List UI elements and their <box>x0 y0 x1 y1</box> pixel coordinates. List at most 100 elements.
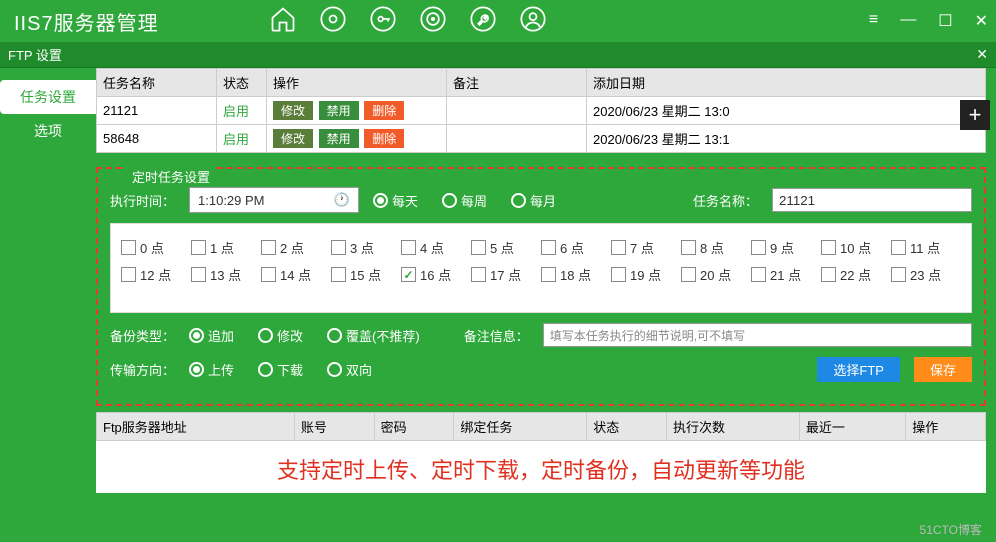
dir-download-radio[interactable]: 下载 <box>258 360 303 379</box>
th-action[interactable]: 操作 <box>267 69 447 97</box>
hour-checkbox[interactable]: 5 点 <box>471 238 527 257</box>
th-password[interactable]: 密码 <box>374 413 454 441</box>
remark-input[interactable]: 填写本任务执行的细节说明,可不填写 <box>543 323 972 347</box>
link-icon[interactable] <box>319 5 347 38</box>
window-menu-icon[interactable]: ≡ <box>869 11 878 31</box>
checkbox-icon <box>891 267 906 282</box>
exec-time-input[interactable]: 1:10:29 PM 🕐 <box>189 187 359 213</box>
checkbox-icon <box>331 267 346 282</box>
hour-checkbox[interactable]: 2 点 <box>261 238 317 257</box>
th-date[interactable]: 添加日期 <box>587 69 986 97</box>
hour-checkbox[interactable]: 12 点 <box>121 265 177 284</box>
hour-checkbox[interactable]: 1 点 <box>191 238 247 257</box>
checkbox-icon <box>821 240 836 255</box>
hour-checkbox[interactable]: 7 点 <box>611 238 667 257</box>
th-count[interactable]: 执行次数 <box>667 413 800 441</box>
edit-button[interactable]: 修改 <box>273 101 313 120</box>
th-addr[interactable]: Ftp服务器地址 <box>97 413 295 441</box>
panel-title: FTP 设置 <box>8 45 62 64</box>
panel-close-icon[interactable]: ✕ <box>976 46 988 63</box>
th-status[interactable]: 状态 <box>217 69 267 97</box>
user-icon[interactable] <box>519 5 547 38</box>
hour-checkbox[interactable]: 22 点 <box>821 265 877 284</box>
delete-button[interactable]: 删除 <box>364 129 404 148</box>
hour-checkbox[interactable]: 21 点 <box>751 265 807 284</box>
freq-weekly-radio[interactable]: 每周 <box>442 191 487 210</box>
add-task-button[interactable]: + <box>960 100 990 130</box>
hour-checkbox[interactable]: 18 点 <box>541 265 597 284</box>
schedule-settings-panel: 定时任务设置 执行时间： 1:10:29 PM 🕐 每天 每周 每月 任务名称：… <box>96 167 986 406</box>
home-icon[interactable] <box>269 5 297 38</box>
th-recent[interactable]: 最近一 <box>799 413 905 441</box>
hour-label: 20 点 <box>700 265 731 284</box>
hour-checkbox[interactable]: 3 点 <box>331 238 387 257</box>
hour-checkbox[interactable]: 23 点 <box>891 265 947 284</box>
remark-label: 备注信息： <box>464 326 529 345</box>
hour-checkbox[interactable]: 15 点 <box>331 265 387 284</box>
tab-options[interactable]: 选项 <box>0 114 96 148</box>
select-ftp-button[interactable]: 选择FTP <box>817 357 900 382</box>
hour-checkbox[interactable]: 13 点 <box>191 265 247 284</box>
disable-button[interactable]: 禁用 <box>319 129 359 148</box>
window-min-icon[interactable]: — <box>900 11 916 31</box>
th-bind[interactable]: 绑定任务 <box>454 413 587 441</box>
hour-label: 16 点 <box>420 265 451 284</box>
delete-button[interactable]: 删除 <box>364 101 404 120</box>
hour-checkbox[interactable]: 4 点 <box>401 238 457 257</box>
tool-icon[interactable] <box>469 5 497 38</box>
hour-checkbox[interactable]: 14 点 <box>261 265 317 284</box>
th-remark[interactable]: 备注 <box>447 69 587 97</box>
checkbox-icon <box>611 240 626 255</box>
disable-button[interactable]: 禁用 <box>319 101 359 120</box>
watermark: 51CTO博客 <box>920 521 982 538</box>
hour-label: 17 点 <box>490 265 521 284</box>
key-icon[interactable] <box>369 5 397 38</box>
hour-checkbox[interactable]: 9 点 <box>751 238 807 257</box>
dir-upload-radio[interactable]: 上传 <box>189 360 234 379</box>
tab-task-settings[interactable]: 任务设置 <box>0 80 96 114</box>
th-name[interactable]: 任务名称 <box>97 69 217 97</box>
hour-checkbox[interactable]: 16 点 <box>401 265 457 284</box>
hour-checkbox[interactable]: 17 点 <box>471 265 527 284</box>
hour-checkbox[interactable]: 8 点 <box>681 238 737 257</box>
hour-checkbox[interactable]: 6 点 <box>541 238 597 257</box>
th-account[interactable]: 账号 <box>294 413 374 441</box>
table-row[interactable]: 21121 启用 修改 禁用 删除 2020/06/23 星期二 13:0 <box>97 97 986 125</box>
backup-modify-radio[interactable]: 修改 <box>258 326 303 345</box>
hour-label: 11 点 <box>910 238 940 257</box>
task-name-input[interactable] <box>772 188 972 212</box>
hour-label: 14 点 <box>280 265 311 284</box>
hour-checkbox[interactable]: 11 点 <box>891 238 947 257</box>
backup-overwrite-radio[interactable]: 覆盖(不推荐) <box>327 326 420 345</box>
freq-monthly-radio[interactable]: 每月 <box>511 191 556 210</box>
freq-daily-radio[interactable]: 每天 <box>373 191 418 210</box>
cell-status: 启用 <box>217 125 267 153</box>
table-row[interactable]: 58648 启用 修改 禁用 删除 2020/06/23 星期二 13:1 <box>97 125 986 153</box>
hour-label: 2 点 <box>280 238 304 257</box>
checkbox-icon <box>821 267 836 282</box>
hour-checkbox[interactable]: 20 点 <box>681 265 737 284</box>
dir-both-radio[interactable]: 双向 <box>327 360 372 379</box>
hour-checkbox[interactable]: 10 点 <box>821 238 877 257</box>
hour-label: 12 点 <box>140 265 171 284</box>
window-close-icon[interactable]: ✕ <box>975 11 988 31</box>
backup-append-radio[interactable]: 追加 <box>189 326 234 345</box>
app-logo: IIS7服务器管理 <box>14 7 159 36</box>
th-status[interactable]: 状态 <box>587 413 667 441</box>
save-button[interactable]: 保存 <box>914 357 972 382</box>
radio-label: 覆盖(不推荐) <box>346 326 420 345</box>
hour-checkbox[interactable]: 0 点 <box>121 238 177 257</box>
hour-label: 4 点 <box>420 238 444 257</box>
hour-checkbox[interactable]: 19 点 <box>611 265 667 284</box>
hour-label: 13 点 <box>210 265 241 284</box>
hour-label: 19 点 <box>630 265 661 284</box>
checkbox-icon <box>191 267 206 282</box>
window-max-icon[interactable]: ☐ <box>938 11 952 31</box>
checkbox-icon <box>611 267 626 282</box>
hour-label: 18 点 <box>560 265 591 284</box>
checkbox-icon <box>331 240 346 255</box>
edit-button[interactable]: 修改 <box>273 129 313 148</box>
hour-label: 1 点 <box>210 238 234 257</box>
broadcast-icon[interactable] <box>419 5 447 38</box>
th-action[interactable]: 操作 <box>906 413 986 441</box>
